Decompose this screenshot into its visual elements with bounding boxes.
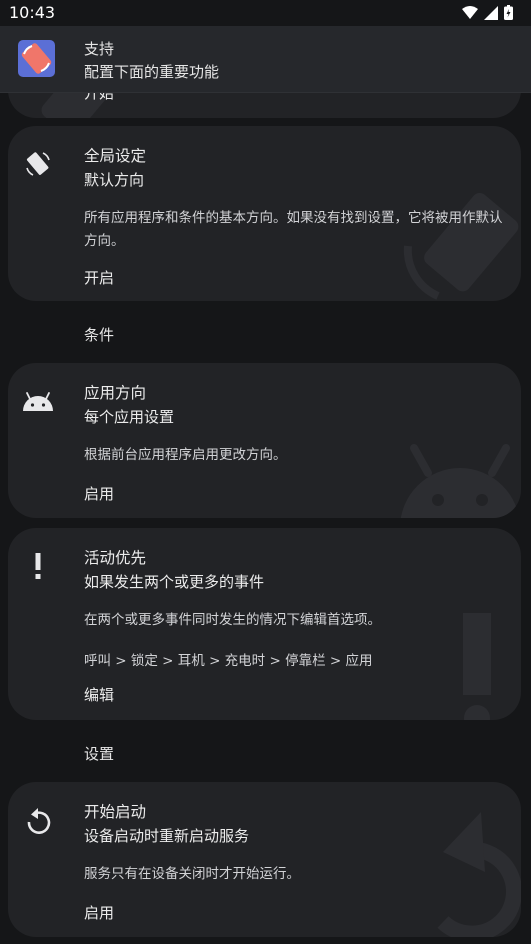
card-subtitle: 设备启动时重新启动服务	[84, 827, 250, 845]
exclamation-icon	[22, 550, 54, 582]
card-description: 根据前台应用程序启用更改方向。	[84, 447, 287, 463]
card-description: 所有应用程序和条件的基本方向。如果没有找到设置，它将被用作默认方向。	[84, 210, 503, 249]
status-icons	[462, 5, 513, 20]
card-title: 活动优先	[84, 549, 147, 567]
card-title: 应用方向	[84, 384, 147, 402]
android-icon	[22, 385, 54, 417]
android-bg-icon	[400, 444, 520, 518]
status-bar: 10:43	[0, 0, 531, 26]
priority-order-text: 呼叫 > 锁定 > 耳机 > 充电时 > 停靠栏 > 应用	[84, 653, 373, 669]
enable-global-button[interactable]: 开启	[84, 267, 114, 288]
support-header[interactable]: 支持 配置下面的重要功能	[0, 26, 531, 93]
status-time: 10:43	[9, 3, 56, 22]
card-event-priority: 活动优先 如果发生两个或更多的事件 在两个或更多事件同时发生的情况下编辑首选项。…	[8, 528, 521, 720]
card-app-orientation: 应用方向 每个应用设置 根据前台应用程序启用更改方向。 启用	[8, 363, 521, 518]
card-title: 开始启动	[84, 803, 147, 821]
card-description: 在两个或更多事件同时发生的情况下编辑首选项。	[84, 612, 381, 628]
card-start-on-boot: 开始启动 设备启动时重新启动服务 服务只有在设备关闭时才开始运行。 启用	[8, 782, 521, 937]
section-header-conditions: 条件	[84, 326, 115, 344]
card-subtitle: 每个应用设置	[84, 408, 175, 426]
card-subtitle: 如果发生两个或更多的事件	[84, 573, 265, 591]
header-subtitle: 配置下面的重要功能	[84, 63, 220, 81]
section-header-settings: 设置	[84, 745, 115, 763]
battery-icon	[504, 5, 513, 20]
header-title: 支持	[84, 40, 115, 58]
app-logo-icon	[18, 40, 55, 77]
card-description: 服务只有在设备关闭时才开始运行。	[84, 866, 300, 882]
restart-icon	[22, 804, 54, 836]
edit-priority-button[interactable]: 编辑	[84, 684, 114, 705]
enable-app-orientation-button[interactable]: 启用	[84, 483, 114, 504]
rotate-device-icon	[22, 148, 54, 180]
signal-icon	[484, 5, 498, 20]
card-subtitle: 默认方向	[84, 171, 145, 189]
card-global-settings: 全局设定 默认方向 所有应用程序和条件的基本方向。如果没有找到设置，它将被用作默…	[8, 126, 521, 301]
enable-start-on-boot-button[interactable]: 启用	[84, 902, 114, 923]
wifi-icon	[462, 5, 478, 19]
card-title: 全局设定	[84, 147, 147, 165]
